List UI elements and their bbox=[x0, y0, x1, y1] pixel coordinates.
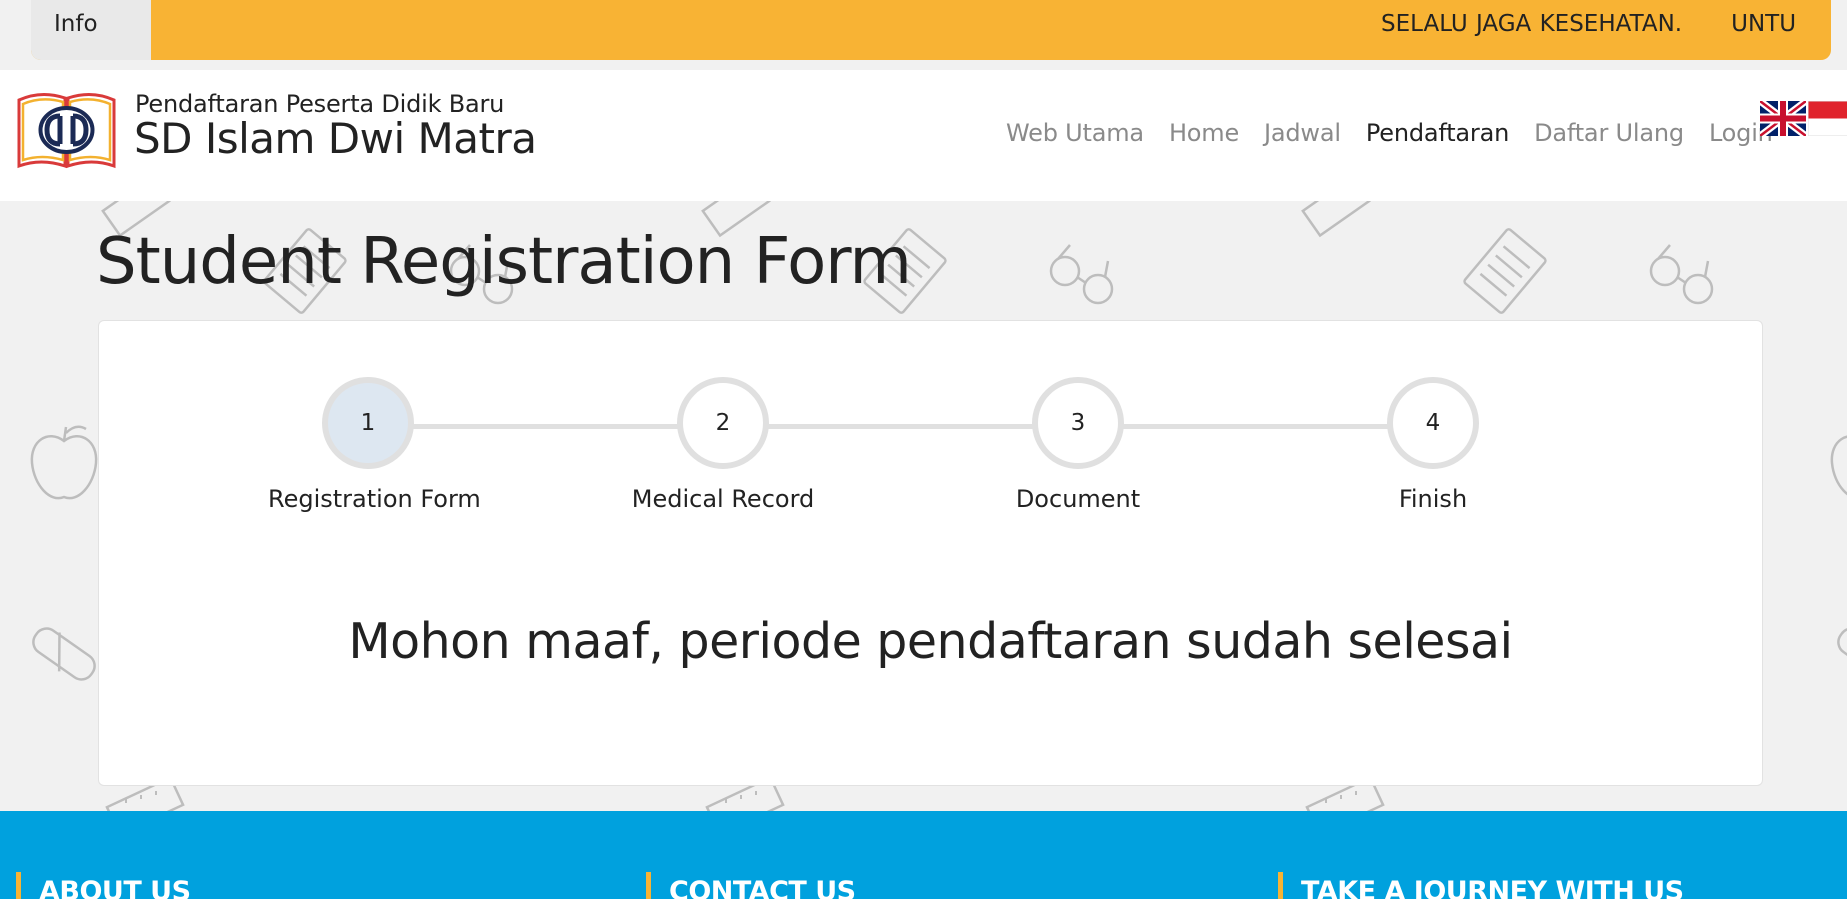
ticker-text: SELALU JAGA KESEHATAN. UNTU bbox=[1381, 0, 1796, 48]
nav-pendaftaran[interactable]: Pendaftaran bbox=[1366, 110, 1509, 156]
doodle-apple-icon bbox=[30, 425, 98, 500]
footer-heading-journey: TAKE A JOURNEY WITH US bbox=[1278, 872, 1684, 899]
registration-stepper: 1 Registration Form 2 Medical Record 3 D… bbox=[99, 321, 1762, 541]
step-registration-form[interactable]: 1 Registration Form bbox=[268, 377, 481, 513]
step-label: Finish bbox=[1398, 485, 1468, 513]
stepper-line bbox=[408, 424, 1472, 429]
info-tab: Info bbox=[31, 0, 151, 60]
step-medical-record[interactable]: 2 Medical Record bbox=[623, 377, 823, 513]
english-flag-icon[interactable] bbox=[1760, 101, 1806, 136]
step-number: 1 bbox=[322, 377, 414, 469]
doodle-glasses-icon bbox=[1649, 244, 1714, 305]
step-number: 4 bbox=[1387, 377, 1479, 469]
page-title: Student Registration Form bbox=[96, 225, 912, 299]
step-document[interactable]: 3 Document bbox=[978, 377, 1178, 513]
main-nav: Web Utama Home Jadwal Pendaftaran Daftar… bbox=[1006, 110, 1773, 156]
indonesian-flag-icon[interactable] bbox=[1808, 101, 1847, 136]
doodle-eraser-icon bbox=[1837, 627, 1847, 681]
footer-heading-about: ABOUT US bbox=[16, 872, 191, 899]
doodle-notepad-icon bbox=[1463, 228, 1547, 314]
registration-closed-message: Mohon maaf, periode pendaftaran sudah se… bbox=[348, 613, 1513, 670]
info-bar: Info SELALU JAGA KESEHATAN. UNTU bbox=[31, 0, 1831, 60]
site-header: Pendaftaran Peserta Didik Baru SD Islam … bbox=[0, 70, 1847, 201]
news-ticker: SELALU JAGA KESEHATAN. UNTU bbox=[151, 0, 1831, 60]
ticker-item: SELALU JAGA KESEHATAN. bbox=[1381, 11, 1683, 37]
nav-home[interactable]: Home bbox=[1169, 110, 1239, 156]
doodle-apple-icon bbox=[1830, 435, 1847, 496]
nav-web-utama[interactable]: Web Utama bbox=[1006, 110, 1144, 156]
step-finish[interactable]: 4 Finish bbox=[1333, 377, 1533, 513]
school-logo-icon[interactable] bbox=[15, 88, 118, 170]
step-label: Medical Record bbox=[631, 485, 815, 513]
step-label: Registration Form bbox=[268, 485, 481, 513]
doodle-eraser-icon bbox=[32, 627, 96, 681]
ticker-item: UNTU bbox=[1731, 11, 1797, 37]
doodle-glasses-icon bbox=[1049, 244, 1114, 305]
brand-title[interactable]: SD Islam Dwi Matra bbox=[134, 114, 537, 163]
step-label: Document bbox=[1015, 485, 1141, 513]
nav-jadwal[interactable]: Jadwal bbox=[1264, 110, 1341, 156]
registration-card: 1 Registration Form 2 Medical Record 3 D… bbox=[98, 320, 1763, 786]
doodle-ruler-icon bbox=[1301, 201, 1371, 238]
step-number: 2 bbox=[677, 377, 769, 469]
site-footer: ABOUT US CONTACT US TAKE A JOURNEY WITH … bbox=[0, 811, 1847, 899]
step-number: 3 bbox=[1032, 377, 1124, 469]
footer-heading-contact: CONTACT US bbox=[646, 872, 856, 899]
nav-daftar-ulang[interactable]: Daftar Ulang bbox=[1534, 110, 1684, 156]
